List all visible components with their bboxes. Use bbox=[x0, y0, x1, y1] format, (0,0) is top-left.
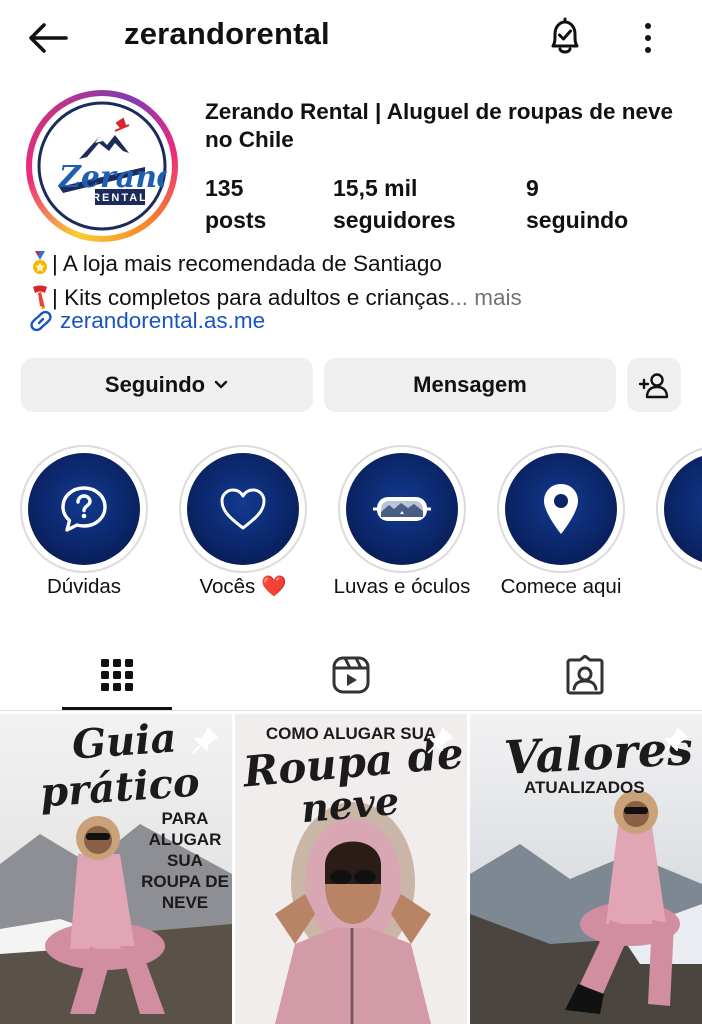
highlight-voces[interactable]: Vocês ❤️ bbox=[179, 445, 307, 598]
notification-bell-icon[interactable] bbox=[545, 16, 585, 58]
grid-icon bbox=[101, 659, 133, 691]
message-button-label: Mensagem bbox=[413, 372, 527, 397]
stat-followers-label: seguidores bbox=[333, 207, 456, 233]
logo-subtitle: RENTAL bbox=[92, 192, 148, 204]
stat-following-label: seguindo bbox=[526, 207, 629, 233]
highlight-label: Comece aqui bbox=[500, 575, 622, 598]
pinned-icon bbox=[662, 728, 688, 754]
heart-icon bbox=[220, 488, 266, 530]
stat-following[interactable]: 9 seguindo bbox=[526, 172, 628, 236]
goggles-icon bbox=[373, 497, 431, 521]
location-pin-icon bbox=[544, 484, 578, 534]
stat-following-count: 9 bbox=[526, 175, 539, 201]
following-button[interactable]: Seguindo bbox=[21, 358, 313, 412]
bio-line-1: | A loja mais recomendada de Santiago bbox=[52, 251, 442, 276]
add-person-icon bbox=[638, 373, 669, 399]
tab-reels[interactable] bbox=[296, 640, 406, 710]
pinned-icon bbox=[192, 728, 218, 754]
link-icon bbox=[30, 310, 52, 332]
post-tile[interactable]: COMO ALUGAR SUA Roupa de neve bbox=[235, 714, 467, 1024]
highlight-label: Luvas e óculos bbox=[333, 575, 471, 598]
post-subtitle: PARA ALUGAR SUA ROUPA DE NEVE bbox=[141, 809, 229, 912]
pinned-icon bbox=[427, 728, 453, 754]
message-button[interactable]: Mensagem bbox=[324, 358, 616, 412]
stat-followers[interactable]: 15,5 mil seguidores bbox=[333, 172, 456, 236]
back-arrow-icon[interactable] bbox=[26, 20, 70, 56]
post-tile[interactable]: Guia prático PARA ALUGAR SUA ROUPA DE NE… bbox=[0, 714, 232, 1024]
post-subtitle: ATUALIZADOS bbox=[524, 778, 645, 797]
tab-tagged[interactable] bbox=[530, 640, 640, 710]
tagged-icon bbox=[566, 655, 604, 695]
medal-icon bbox=[28, 250, 52, 284]
post-tile[interactable]: Valores ATUALIZADOS bbox=[470, 714, 702, 1024]
bio-line-2: | Kits completos para adultos e crianças bbox=[52, 285, 450, 310]
chevron-down-icon bbox=[214, 380, 228, 389]
stat-posts-count: 135 bbox=[205, 175, 244, 201]
profile-avatar[interactable]: Zerando RENTAL bbox=[26, 90, 178, 242]
highlight-label: Dúvidas bbox=[46, 575, 122, 598]
highlight-luvas-e-oculos[interactable]: Luvas e óculos bbox=[334, 445, 470, 598]
zerando-logo: Zerando RENTAL bbox=[37, 101, 167, 231]
profile-full-name: Zerando Rental | Aluguel de roupas de ne… bbox=[205, 99, 674, 152]
highlight-comece-aqui[interactable]: Comece aqui bbox=[497, 445, 625, 598]
post-title-line2: neve bbox=[299, 777, 401, 832]
question-icon bbox=[61, 486, 107, 532]
following-button-label: Seguindo bbox=[104, 372, 206, 397]
tab-grid[interactable] bbox=[62, 640, 172, 710]
top-bar: zerandorental bbox=[0, 0, 702, 76]
profile-link-text: zerandorental.as.me bbox=[60, 308, 266, 333]
highlight-partial[interactable] bbox=[656, 445, 702, 573]
highlight-duvidas[interactable]: Dúvidas bbox=[20, 445, 148, 598]
profile-username: zerandorental bbox=[124, 16, 330, 51]
tabs-divider bbox=[0, 710, 702, 711]
highlight-label: Vocês ❤️ bbox=[199, 575, 287, 598]
profile-link[interactable]: zerandorental.as.me bbox=[28, 308, 265, 334]
suggest-people-button[interactable] bbox=[627, 358, 681, 412]
stat-posts[interactable]: 135 posts bbox=[205, 172, 266, 236]
more-options-icon[interactable] bbox=[634, 18, 662, 58]
bio-more-link[interactable]: ... mais bbox=[449, 285, 522, 310]
reels-icon bbox=[332, 656, 370, 694]
stat-followers-count: 15,5 mil bbox=[333, 175, 418, 201]
stat-posts-label: posts bbox=[205, 207, 267, 233]
